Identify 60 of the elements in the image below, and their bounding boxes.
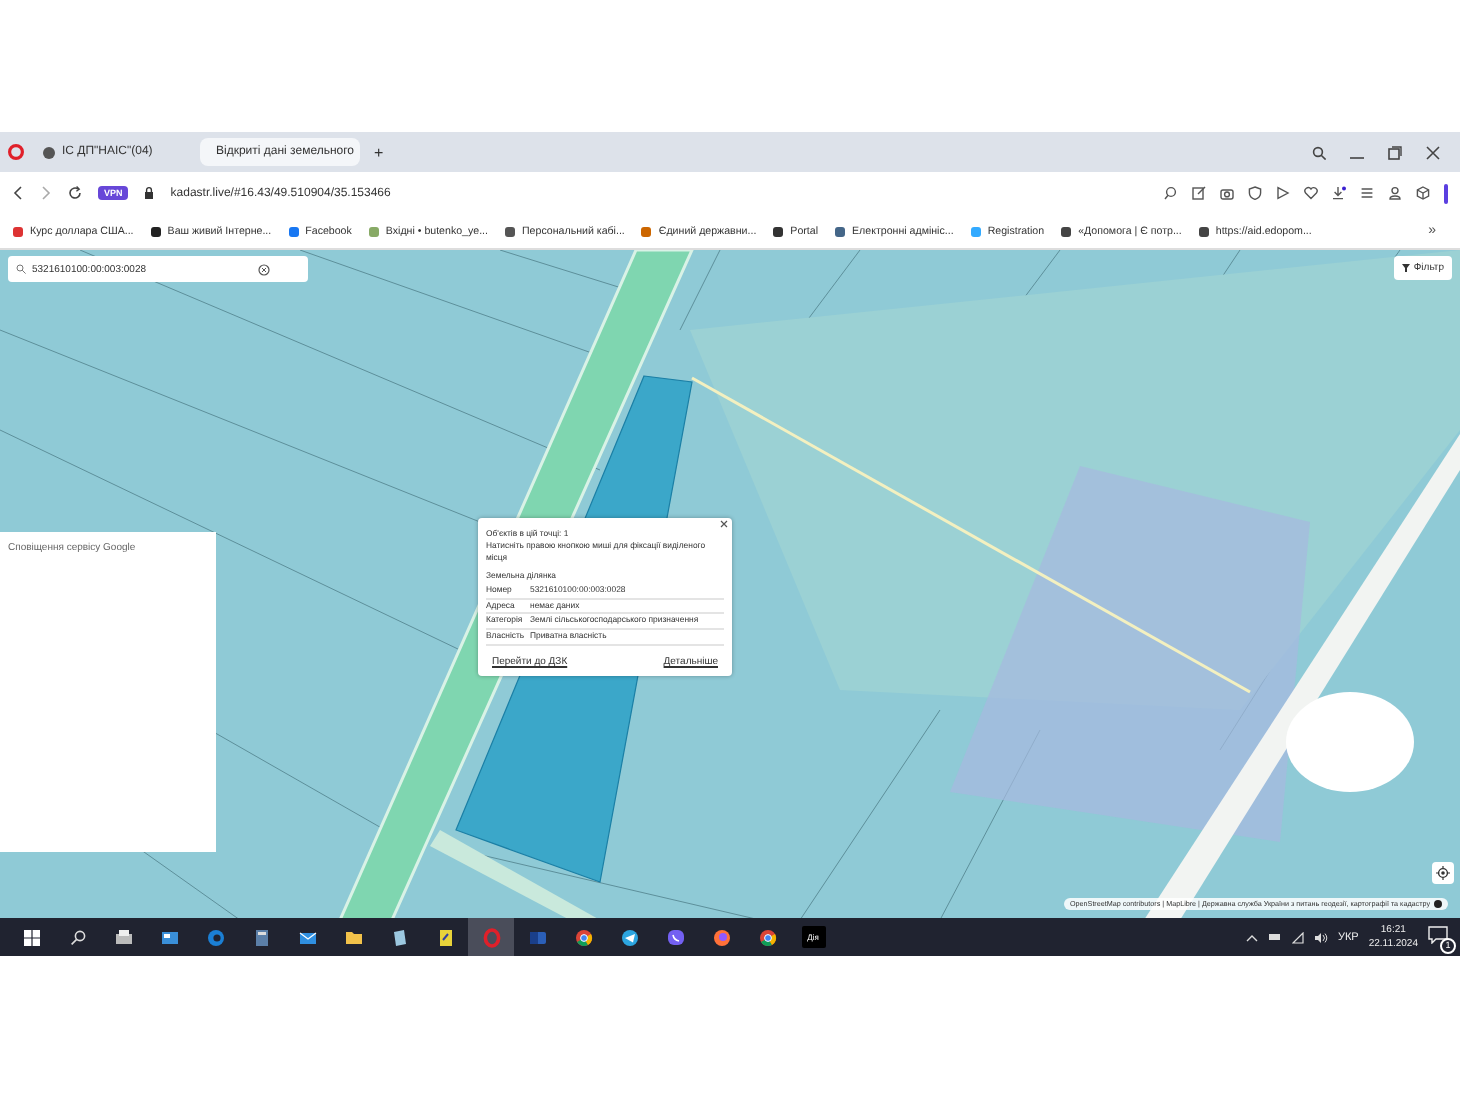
bookmark-favicon-icon <box>772 225 785 237</box>
word-logo-icon <box>527 927 547 947</box>
folder-icon <box>343 927 363 947</box>
lock-icon <box>144 186 155 200</box>
list-icon[interactable] <box>1360 186 1374 200</box>
person-icon[interactable] <box>1388 186 1402 200</box>
heart-icon[interactable] <box>1304 186 1318 200</box>
paper-plane-icon <box>619 927 639 947</box>
battery-icon[interactable] <box>1267 932 1282 942</box>
close-icon[interactable] <box>1426 145 1440 159</box>
bookmark-favicon-icon <box>367 225 380 237</box>
printer-icon <box>113 927 133 947</box>
back-icon[interactable] <box>12 186 24 200</box>
phone-bubble-icon <box>665 927 685 947</box>
download-icon[interactable] <box>1332 186 1346 200</box>
edit-icon[interactable] <box>1192 186 1206 200</box>
search-icon[interactable] <box>1312 145 1326 159</box>
bookmark-favicon-icon <box>1060 225 1073 237</box>
empty-area <box>1286 692 1414 792</box>
opera-logo-icon <box>481 927 501 947</box>
windows-logo-icon <box>23 929 39 945</box>
play-icon[interactable] <box>1276 186 1290 200</box>
close-icon <box>720 520 728 528</box>
window-icon <box>159 927 179 947</box>
bookmark-favicon-icon <box>1197 225 1210 237</box>
chat-bubble-icon[interactable] <box>1428 925 1448 943</box>
bookmark-favicon-icon <box>834 225 847 237</box>
document-icon <box>435 927 455 947</box>
chrome-logo-icon <box>573 927 593 947</box>
shield-icon[interactable] <box>1248 186 1262 200</box>
bookmark-favicon-icon <box>287 225 300 237</box>
bookmark-favicon-icon <box>149 225 162 237</box>
clear-icon[interactable] <box>258 263 270 275</box>
search-icon[interactable] <box>1164 186 1178 200</box>
notepad-icon <box>389 927 409 947</box>
cube-icon[interactable] <box>1416 186 1430 200</box>
browser-logo-icon <box>205 927 225 947</box>
chevron-up-icon[interactable] <box>1245 933 1258 941</box>
bookmark-favicon-icon <box>640 225 653 237</box>
locate-button[interactable] <box>1432 862 1454 884</box>
reload-icon[interactable] <box>68 186 82 200</box>
search-icon <box>16 264 26 274</box>
close-button[interactable] <box>720 520 728 532</box>
restore-icon[interactable] <box>1388 145 1402 159</box>
new-tab-button[interactable]: + <box>368 143 390 161</box>
bookmark-favicon-icon <box>969 225 982 237</box>
opera-logo-icon[interactable] <box>8 144 24 160</box>
fox-logo-icon <box>711 927 731 947</box>
funnel-icon <box>1401 264 1410 272</box>
calculator-icon <box>251 927 271 947</box>
sidebar-handle[interactable] <box>1444 183 1448 203</box>
bookmark-favicon-icon <box>12 225 24 237</box>
search-icon <box>69 929 85 945</box>
target-icon <box>1436 866 1450 880</box>
network-icon[interactable] <box>1291 931 1304 943</box>
speaker-icon[interactable] <box>1313 931 1328 943</box>
bookmark-favicon-icon <box>504 225 516 237</box>
chrome-logo-icon <box>757 927 777 947</box>
camera-icon[interactable] <box>1220 186 1234 200</box>
envelope-icon <box>297 927 317 947</box>
